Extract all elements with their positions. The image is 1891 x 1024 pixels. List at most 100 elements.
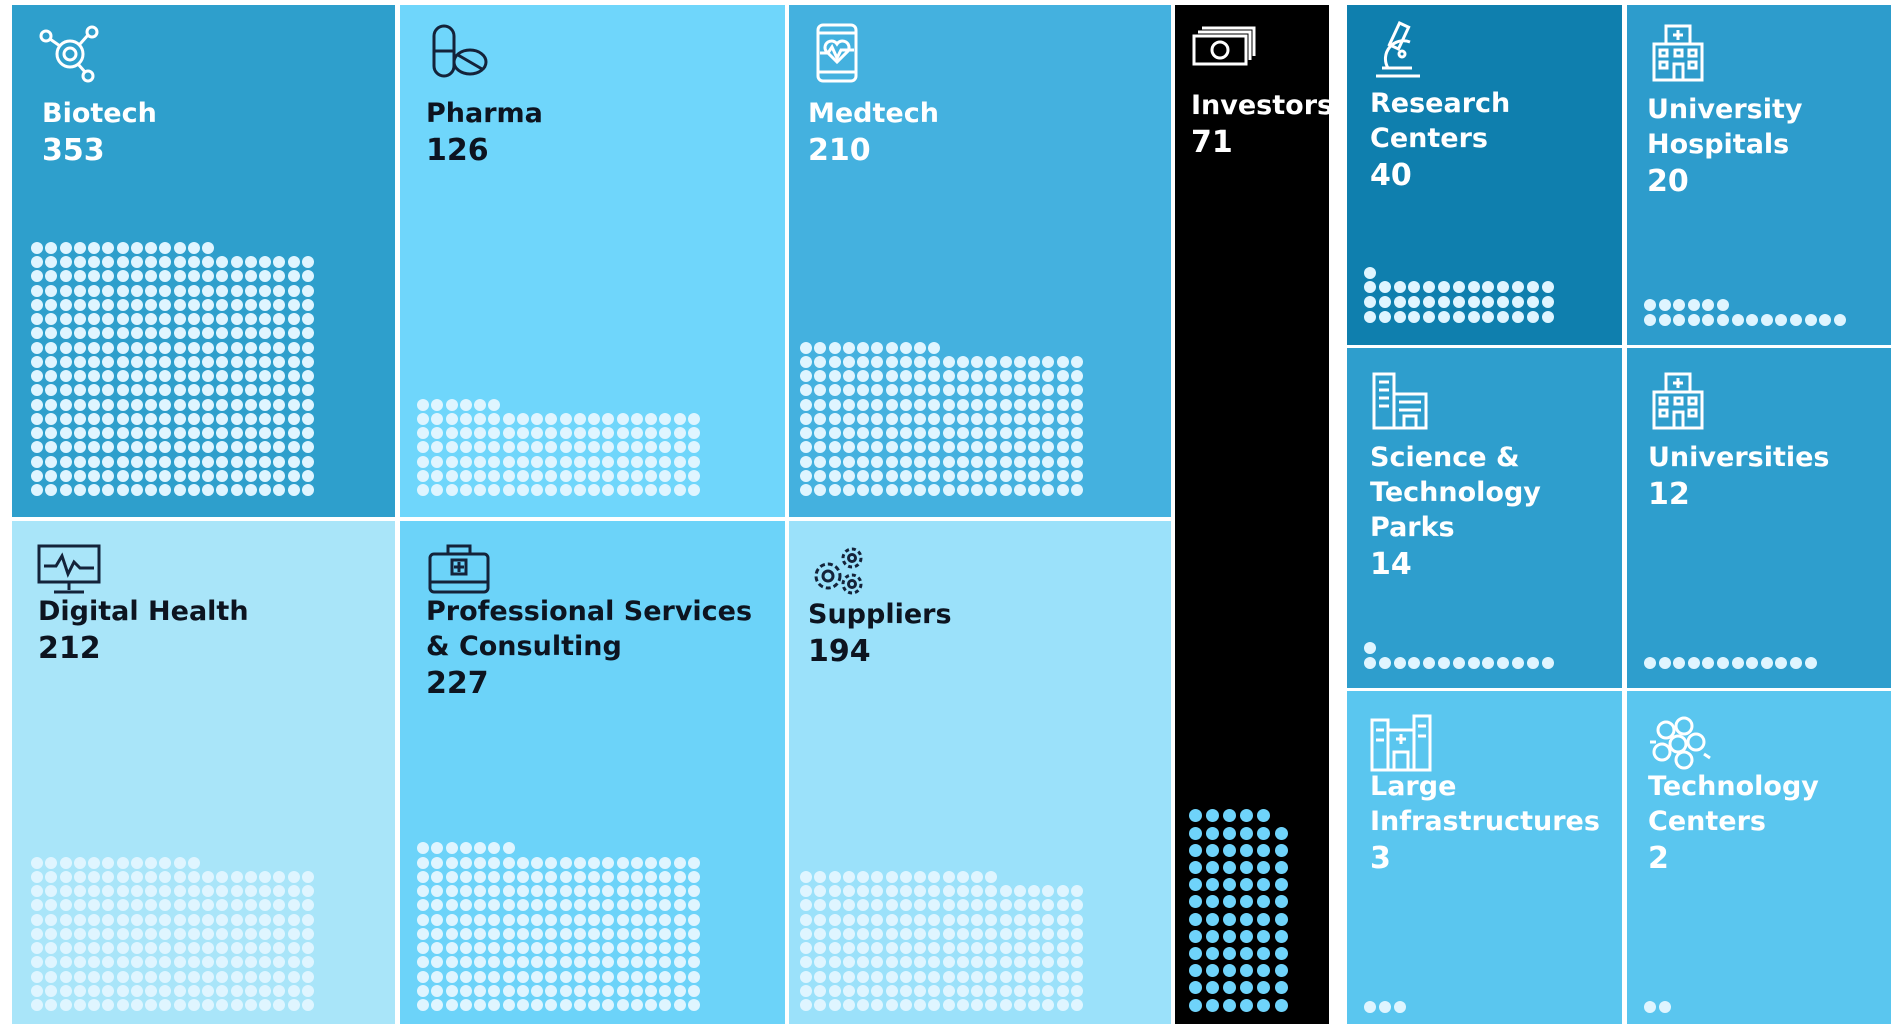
waffle-dot: [417, 398, 429, 411]
waffle-dot: [857, 484, 869, 496]
waffle-dot: [88, 327, 100, 340]
waffle-dot: [216, 970, 229, 983]
waffle-dot: [88, 927, 100, 940]
waffle-dot: [1240, 895, 1254, 909]
waffle-dot: [445, 970, 458, 983]
waffle-dot: [956, 484, 969, 496]
waffle-dot: [145, 956, 157, 969]
waffle-dot: [673, 870, 686, 883]
waffle-dot: [842, 484, 855, 496]
waffle-dot: [502, 455, 515, 468]
waffle-dot: [1512, 657, 1524, 669]
waffle-dot: [559, 856, 572, 869]
waffle-dot: [687, 427, 700, 439]
waffle-dot: [842, 956, 855, 969]
waffle-dot: [1070, 455, 1083, 468]
waffle-dot: [116, 885, 129, 897]
waffle-dot: [31, 927, 43, 940]
waffle-dot: [459, 927, 472, 940]
waffle-dot: [516, 885, 529, 897]
waffle-dot: [88, 384, 100, 397]
waffle-dot: [173, 441, 186, 454]
waffle-dot: [559, 899, 572, 912]
waffle-dot: [301, 870, 314, 883]
waffle-dot: [1257, 998, 1271, 1012]
waffle-dot: [187, 427, 200, 439]
waffle-dot: [173, 370, 186, 382]
waffle-dot: [431, 484, 444, 496]
waffle-dot: [942, 398, 955, 411]
waffle-dot: [45, 241, 58, 254]
waffle-dot: [956, 455, 969, 468]
waffle-dot: [202, 241, 214, 254]
waffle-dot: [116, 398, 129, 411]
waffle-dot: [102, 270, 115, 283]
waffle-dot: [445, 956, 458, 969]
monitor-pulse-icon: [36, 540, 102, 602]
waffle-dot: [871, 984, 884, 997]
waffle-dot: [1056, 412, 1069, 425]
waffle-dot: [1205, 826, 1219, 840]
waffle-dot: [159, 942, 172, 954]
waffle-dot: [474, 927, 486, 940]
waffle-dot: [259, 398, 271, 411]
waffle-dot: [687, 856, 700, 869]
waffle-dot: [1467, 311, 1480, 323]
waffle-dot: [914, 885, 926, 897]
waffle-dot: [899, 427, 912, 439]
waffle-dot: [102, 341, 115, 354]
waffle-dot: [259, 455, 271, 468]
waffle-dot: [130, 899, 143, 912]
briefcase-medical-icon: [426, 540, 492, 602]
waffle-dot: [459, 956, 472, 969]
waffle-dot: [588, 885, 600, 897]
waffle-dot: [216, 469, 229, 482]
waffle-dot: [800, 412, 812, 425]
waffle-dot: [956, 355, 969, 368]
waffle-dot: [985, 398, 998, 411]
waffle-dot: [130, 927, 143, 940]
waffle-dot: [914, 441, 926, 454]
waffle-dot: [31, 441, 43, 454]
waffle-dot: [842, 927, 855, 940]
waffle-dot: [659, 942, 672, 954]
waffle-dot: [971, 956, 983, 969]
waffle-dot: [1257, 946, 1271, 960]
waffle-dot: [1644, 299, 1656, 312]
waffle-dot: [173, 469, 186, 482]
waffle-dot: [1541, 657, 1554, 669]
waffle-dot: [259, 256, 271, 268]
waffle-dot: [573, 984, 586, 997]
waffle-dot: [1408, 311, 1421, 323]
waffle-dot: [287, 870, 300, 883]
waffle-dot: [230, 913, 243, 926]
waffle-dot: [216, 427, 229, 439]
waffle-dot: [800, 469, 812, 482]
waffle-dot: [999, 999, 1012, 1011]
waffle-dot: [630, 441, 643, 454]
waffle-dot: [73, 341, 86, 354]
tile-investors: Investors 71: [1175, 5, 1329, 1024]
waffle-dot: [244, 298, 257, 311]
waffle-dot: [885, 999, 898, 1011]
waffle-dot: [602, 870, 615, 883]
network-icon: [1646, 712, 1712, 774]
waffle-dot: [301, 398, 314, 411]
waffle-dot: [928, 970, 941, 983]
waffle-dot: [202, 441, 214, 454]
waffle-dot: [502, 956, 515, 969]
waffle-dot: [273, 913, 286, 926]
waffle-dot: [1013, 956, 1026, 969]
waffle-dot: [73, 942, 86, 954]
waffle-dot: [102, 412, 115, 425]
waffle-dot: [1364, 311, 1376, 323]
waffle-dot: [602, 412, 615, 425]
waffle-dot: [687, 885, 700, 897]
waffle-dot: [431, 398, 444, 411]
waffle-dot: [459, 469, 472, 482]
waffle-dot: [259, 355, 271, 368]
waffle-dot: [885, 970, 898, 983]
waffle-dot: [828, 899, 841, 912]
waffle-dot: [814, 398, 827, 411]
waffle-dot: [116, 341, 129, 354]
